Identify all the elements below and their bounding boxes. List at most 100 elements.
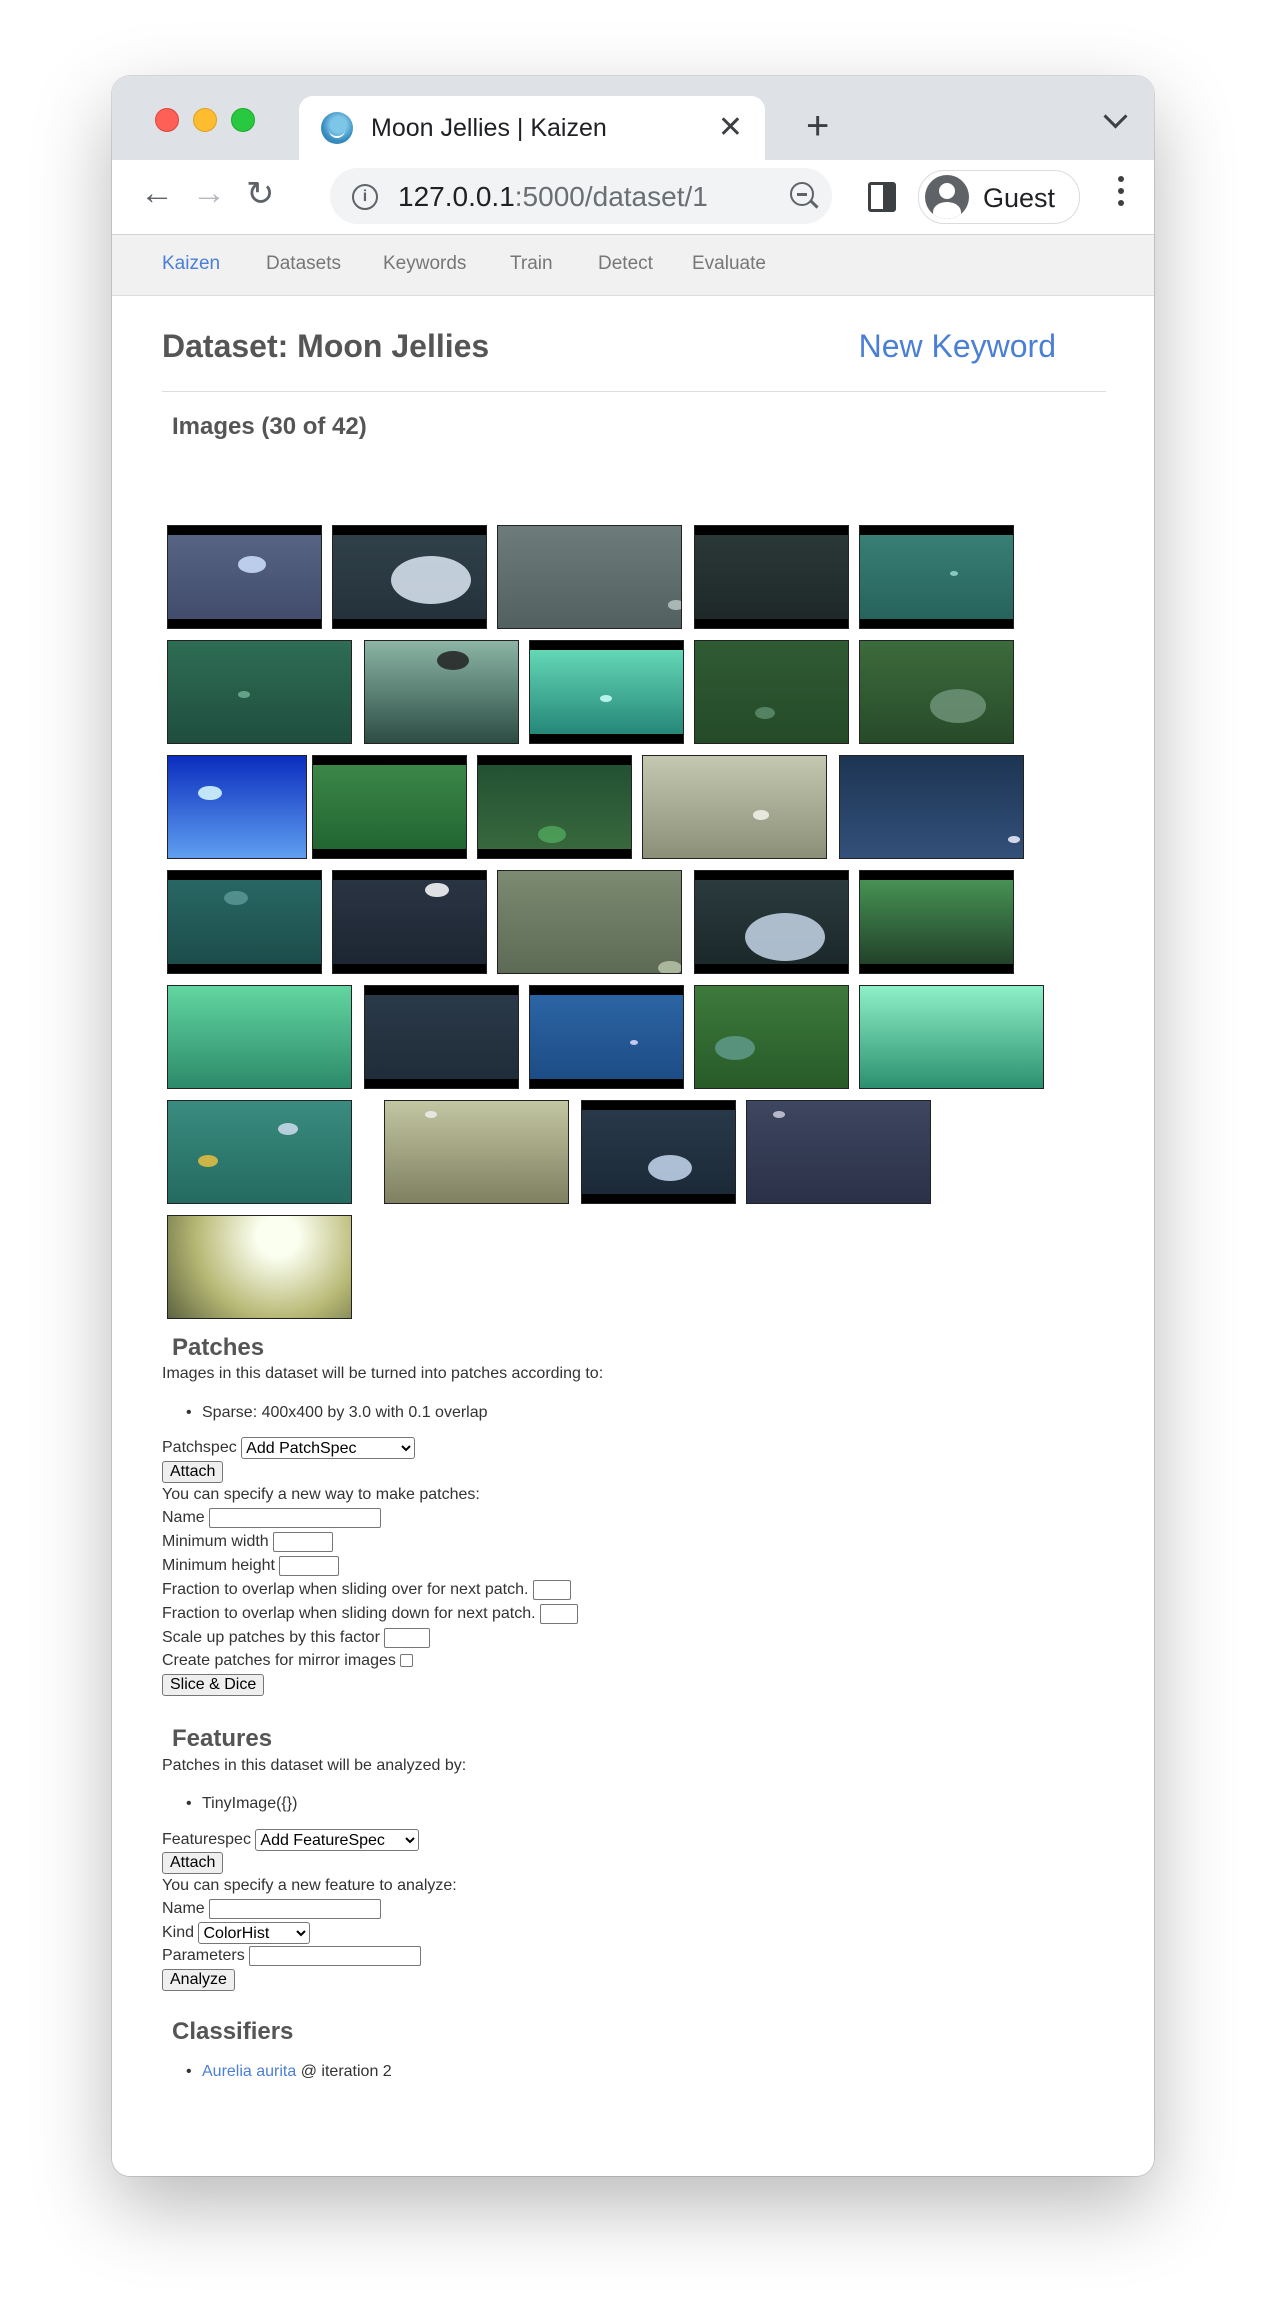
more-menu-icon[interactable] bbox=[1118, 176, 1124, 212]
patch-name-input[interactable] bbox=[209, 1507, 382, 1528]
back-arrow-icon[interactable]: ← bbox=[140, 174, 174, 213]
image-thumbnail[interactable] bbox=[477, 755, 632, 859]
image-thumbnail[interactable] bbox=[384, 1100, 569, 1204]
image-thumbnail[interactable] bbox=[167, 755, 307, 859]
scale-input[interactable] bbox=[384, 1627, 431, 1648]
side-panel-icon[interactable] bbox=[868, 182, 896, 212]
classifier-list-item: Aurelia aurita @ iteration 2 bbox=[186, 2063, 392, 2081]
featurespec-attach-button[interactable]: Attach bbox=[162, 1852, 224, 1874]
chevron-down-icon[interactable] bbox=[1103, 104, 1128, 129]
zoom-window-button[interactable] bbox=[231, 108, 255, 132]
image-thumbnail[interactable] bbox=[694, 870, 849, 974]
overlap-y-input[interactable] bbox=[540, 1603, 578, 1624]
scale-row: Scale up patches by this factor bbox=[162, 1627, 431, 1649]
nav-item-keywords[interactable]: Keywords bbox=[383, 253, 466, 275]
parameters-row: Parameters bbox=[162, 1945, 422, 1967]
nav-item-datasets[interactable]: Datasets bbox=[266, 253, 341, 275]
image-thumbnail[interactable] bbox=[167, 1100, 352, 1204]
zoom-out-icon[interactable] bbox=[790, 182, 814, 206]
image-thumbnail[interactable] bbox=[167, 870, 322, 974]
image-thumbnail[interactable] bbox=[497, 870, 682, 974]
minimize-window-button[interactable] bbox=[193, 108, 217, 132]
overlap-x-label: Fraction to overlap when sliding over fo… bbox=[162, 1581, 529, 1598]
nav-item-train[interactable]: Train bbox=[510, 253, 553, 275]
parameters-input[interactable] bbox=[249, 1945, 422, 1966]
image-thumbnail[interactable] bbox=[497, 525, 682, 629]
image-thumbnail[interactable] bbox=[332, 870, 487, 974]
scale-label: Scale up patches by this factor bbox=[162, 1629, 380, 1646]
site-nav: Kaizen Datasets Keywords Train Detect Ev… bbox=[112, 235, 1154, 296]
image-thumbnail[interactable] bbox=[364, 640, 519, 744]
image-thumbnail[interactable] bbox=[859, 525, 1014, 629]
divider bbox=[162, 391, 1106, 392]
new-keyword-link[interactable]: New Keyword bbox=[859, 328, 1056, 365]
min-height-input[interactable] bbox=[279, 1555, 340, 1576]
browser-toolbar: ← → ↻ i 127.0.0.1:5000/dataset/1 Guest bbox=[112, 160, 1154, 235]
image-thumbnail[interactable] bbox=[529, 985, 684, 1089]
featurespec-label: Featurespec bbox=[162, 1831, 251, 1849]
image-thumbnail[interactable] bbox=[167, 525, 322, 629]
image-thumbnail[interactable] bbox=[581, 1100, 736, 1204]
browser-tab[interactable]: Moon Jellies | Kaizen ✕ bbox=[299, 96, 765, 160]
new-feature-intro: You can specify a new feature to analyze… bbox=[162, 1877, 457, 1894]
forward-arrow-icon[interactable]: → bbox=[192, 174, 226, 213]
address-bar[interactable]: i 127.0.0.1:5000/dataset/1 bbox=[330, 168, 832, 224]
url-text[interactable]: 127.0.0.1:5000/dataset/1 bbox=[398, 181, 708, 213]
analyze-button[interactable]: Analyze bbox=[162, 1969, 235, 1991]
close-window-button[interactable] bbox=[155, 108, 179, 132]
featurespec-select[interactable]: Add FeatureSpec bbox=[255, 1829, 420, 1851]
image-thumbnail[interactable] bbox=[859, 870, 1014, 974]
patchspec-select[interactable]: Add PatchSpec bbox=[241, 1437, 416, 1459]
new-tab-icon[interactable]: + bbox=[806, 104, 829, 149]
parameters-label: Parameters bbox=[162, 1947, 245, 1964]
min-width-row: Minimum width bbox=[162, 1531, 334, 1553]
image-thumbnail[interactable] bbox=[642, 755, 827, 859]
nav-brand-link[interactable]: Kaizen bbox=[162, 253, 220, 275]
image-thumbnail[interactable] bbox=[859, 640, 1014, 744]
image-thumbnail[interactable] bbox=[529, 640, 684, 744]
feature-name-label: Name bbox=[162, 1900, 205, 1917]
classifier-link[interactable]: Aurelia aurita bbox=[202, 2063, 296, 2080]
profile-name: Guest bbox=[983, 183, 1056, 213]
image-thumbnail[interactable] bbox=[694, 525, 849, 629]
image-thumbnail[interactable] bbox=[167, 640, 352, 744]
mirror-checkbox[interactable] bbox=[399, 1654, 413, 1668]
reload-icon[interactable]: ↻ bbox=[246, 174, 275, 214]
overlap-y-row: Fraction to overlap when sliding down fo… bbox=[162, 1603, 578, 1625]
image-thumbnail[interactable] bbox=[332, 525, 487, 629]
page: Kaizen Datasets Keywords Train Detect Ev… bbox=[112, 235, 1154, 2176]
image-thumbnail[interactable] bbox=[746, 1100, 931, 1204]
patchspec-row: Patchspec Add PatchSpec bbox=[162, 1437, 416, 1459]
image-thumbnail[interactable] bbox=[167, 985, 352, 1089]
nav-item-evaluate[interactable]: Evaluate bbox=[692, 253, 766, 275]
feature-name-input[interactable] bbox=[209, 1898, 382, 1919]
image-thumbnail[interactable] bbox=[694, 985, 849, 1089]
image-thumbnail[interactable] bbox=[312, 755, 467, 859]
classifier-iteration: @ iteration 2 bbox=[300, 2063, 392, 2080]
featurespec-list-item: TinyImage({}) bbox=[186, 1795, 298, 1813]
images-heading: Images (30 of 42) bbox=[172, 413, 367, 440]
patch-name-label: Name bbox=[162, 1509, 205, 1526]
profile-button[interactable]: Guest bbox=[918, 170, 1080, 224]
avatar bbox=[925, 175, 969, 219]
patchspec-attach-button[interactable]: Attach bbox=[162, 1461, 224, 1483]
kind-select[interactable]: ColorHist bbox=[198, 1922, 311, 1944]
image-thumbnail[interactable] bbox=[859, 985, 1044, 1089]
close-tab-icon[interactable]: ✕ bbox=[718, 110, 743, 145]
site-info-icon[interactable]: i bbox=[352, 184, 378, 210]
kind-label: Kind bbox=[162, 1924, 195, 1942]
min-height-row: Minimum height bbox=[162, 1555, 340, 1577]
image-thumbnail[interactable] bbox=[694, 640, 849, 744]
image-thumbnail[interactable] bbox=[364, 985, 519, 1089]
patches-intro: Images in this dataset will be turned in… bbox=[162, 1365, 604, 1382]
overlap-x-input[interactable] bbox=[532, 1579, 571, 1600]
nav-item-detect[interactable]: Detect bbox=[598, 253, 653, 275]
kind-row: Kind ColorHist bbox=[162, 1922, 311, 1944]
patches-heading: Patches bbox=[172, 1334, 265, 1361]
image-thumbnail[interactable] bbox=[839, 755, 1024, 859]
image-thumbnail[interactable] bbox=[167, 1215, 352, 1319]
min-width-input[interactable] bbox=[273, 1531, 334, 1552]
overlap-x-row: Fraction to overlap when sliding over fo… bbox=[162, 1579, 571, 1601]
slice-dice-button[interactable]: Slice & Dice bbox=[162, 1674, 265, 1696]
new-patch-intro: You can specify a new way to make patche… bbox=[162, 1486, 480, 1503]
